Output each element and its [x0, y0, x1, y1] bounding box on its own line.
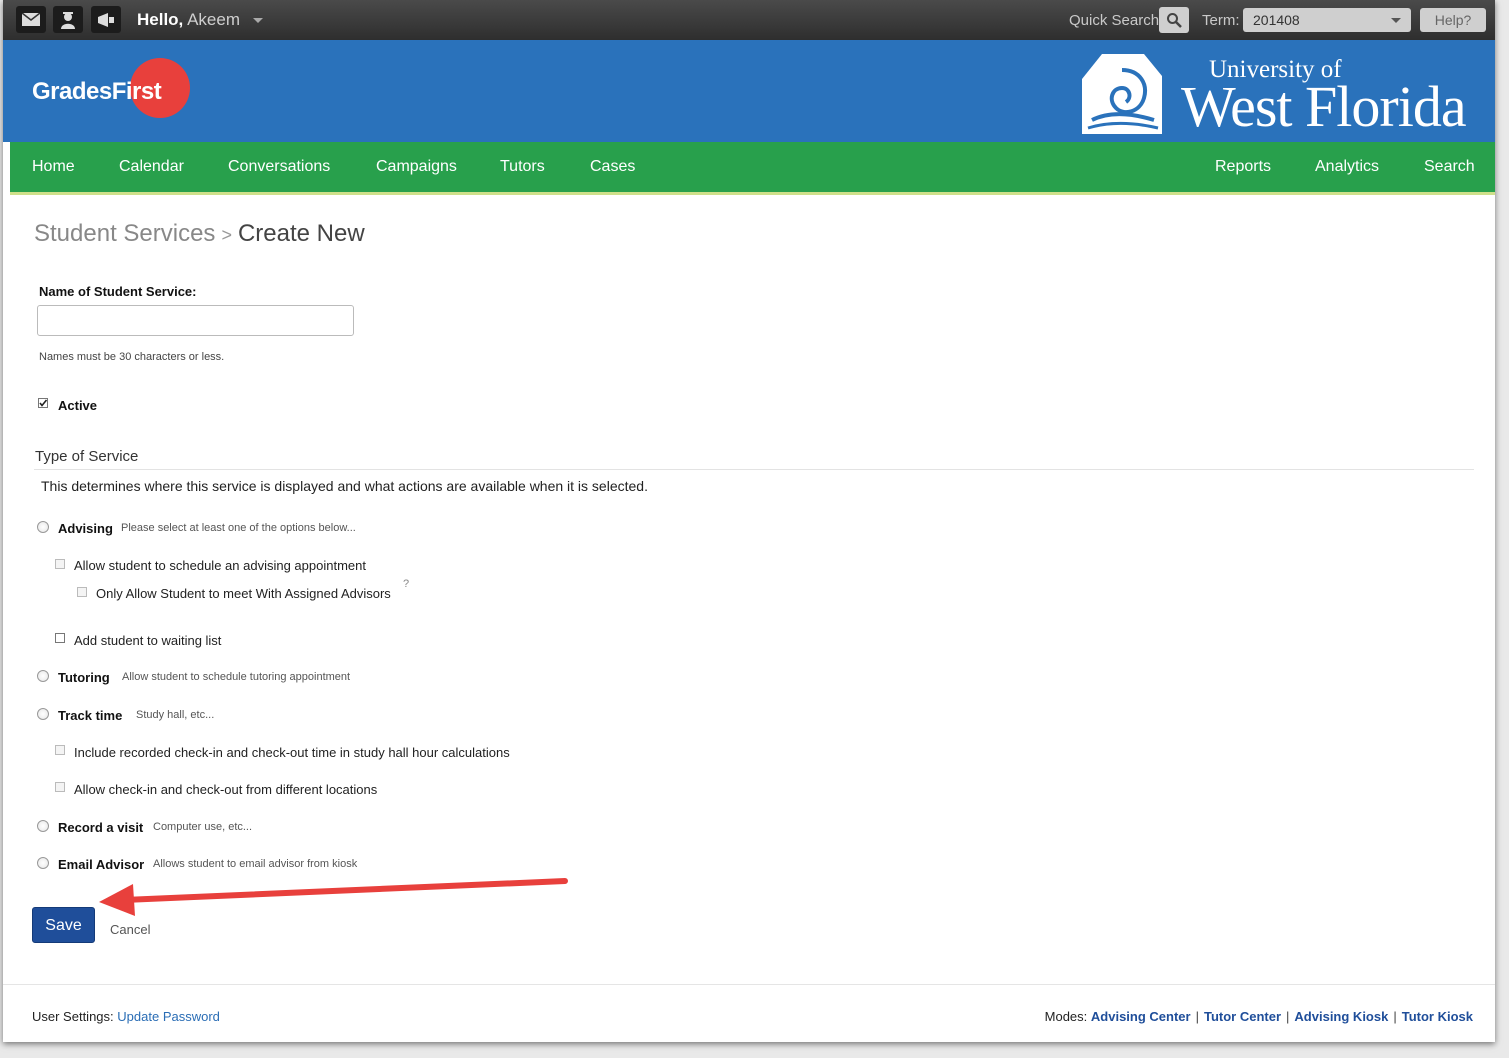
term-select[interactable]: 201408 [1243, 8, 1411, 32]
mode-advising-kiosk[interactable]: Advising Kiosk [1294, 1009, 1388, 1024]
breadcrumb-parent[interactable]: Student Services [34, 220, 215, 247]
email-advisor-radio[interactable] [37, 857, 49, 869]
record-visit-radio[interactable] [37, 820, 49, 832]
advising-schedule-label: Allow student to schedule an advising ap… [74, 558, 366, 573]
update-password-link[interactable]: Update Password [117, 1009, 220, 1024]
help-button[interactable]: Help? [1420, 8, 1486, 32]
type-of-service-title: Type of Service [35, 448, 139, 465]
nav-analytics[interactable]: Analytics [1315, 158, 1379, 176]
record-visit-label: Record a visit [58, 820, 144, 835]
section-divider [34, 469, 1474, 470]
mode-tutor-center[interactable]: Tutor Center [1204, 1009, 1281, 1024]
nav-calendar[interactable]: Calendar [119, 158, 184, 176]
save-button[interactable]: Save [32, 907, 95, 943]
record-visit-sub: Computer use, etc... [153, 821, 253, 833]
nav-tutors[interactable]: Tutors [500, 158, 545, 176]
user-name: Akeem [187, 10, 241, 29]
tutoring-radio[interactable] [37, 670, 49, 682]
quick-search-label: Quick Search: [1069, 12, 1164, 29]
top-utility-bar: Hello, Akeem Quick Search: Term: 201408 … [3, 0, 1495, 40]
track-time-radio[interactable] [37, 708, 49, 720]
search-icon [1167, 13, 1182, 28]
waiting-list-checkbox[interactable] [55, 633, 65, 643]
uwf-shell-logo [1082, 54, 1162, 134]
active-checkbox[interactable] [38, 398, 48, 408]
user-settings-label: User Settings: [32, 1009, 114, 1024]
mail-icon[interactable] [16, 6, 46, 33]
brand-header: GradesFirst University of West Florida [3, 40, 1495, 142]
track-time-label: Track time [58, 708, 123, 723]
gradesfirst-logo[interactable]: GradesFirst [32, 78, 162, 106]
term-value: 201408 [1253, 12, 1300, 28]
app-window: Hello, Akeem Quick Search: Term: 201408 … [3, 0, 1495, 1042]
different-locations-label: Allow check-in and check-out from differ… [74, 782, 378, 797]
advising-radio[interactable] [37, 521, 49, 533]
advising-schedule-checkbox[interactable] [55, 559, 65, 569]
quick-search-button[interactable] [1159, 7, 1189, 33]
mode-tutor-kiosk[interactable]: Tutor Kiosk [1402, 1009, 1473, 1024]
page-title: Create New [237, 220, 365, 247]
type-of-service-description: This determines where this service is di… [41, 478, 648, 494]
footer-divider [3, 984, 1495, 985]
tutoring-sub: Allow student to schedule tutoring appoi… [122, 671, 351, 683]
chevron-down-icon [1391, 18, 1401, 23]
term-label: Term: [1202, 12, 1240, 29]
nav-home[interactable]: Home [32, 158, 75, 176]
active-label: Active [58, 398, 98, 413]
greeting: Hello, Akeem [137, 10, 240, 30]
assigned-advisors-label: Only Allow Student to meet With Assigned… [96, 586, 391, 601]
different-locations-checkbox[interactable] [55, 782, 65, 792]
email-advisor-label: Email Advisor [58, 857, 145, 872]
checkmark-icon [39, 399, 48, 407]
advising-sub: Please select at least one of the option… [121, 522, 356, 534]
breadcrumb: Student Services > Create New [34, 220, 365, 248]
mode-advising-center[interactable]: Advising Center [1091, 1009, 1191, 1024]
greeting-label: Hello, [137, 10, 184, 29]
student-icon[interactable] [53, 6, 83, 33]
modes-label: Modes: [1044, 1009, 1088, 1024]
user-menu-chevron-down-icon[interactable] [253, 18, 263, 23]
service-name-input[interactable] [37, 305, 354, 336]
nav-cases[interactable]: Cases [590, 158, 635, 176]
annotation-arrow-icon [99, 878, 568, 916]
nav-conversations[interactable]: Conversations [228, 158, 330, 176]
assigned-advisors-checkbox[interactable] [77, 587, 87, 597]
nav-search[interactable]: Search [1424, 158, 1475, 176]
breadcrumb-separator: > [221, 225, 232, 245]
track-time-sub: Study hall, etc... [136, 709, 215, 721]
help-question-icon[interactable]: ? [403, 578, 409, 590]
university-line2: West Florida [1181, 74, 1467, 139]
footer-user-settings: User Settings: Update Password [32, 1009, 220, 1024]
include-checkin-label: Include recorded check-in and check-out … [74, 745, 510, 760]
nav-reports[interactable]: Reports [1215, 158, 1271, 176]
waiting-list-label: Add student to waiting list [74, 633, 222, 648]
include-checkin-checkbox[interactable] [55, 745, 65, 755]
cancel-link[interactable]: Cancel [110, 922, 150, 937]
name-label: Name of Student Service: [39, 284, 197, 299]
main-nav: Home Calendar Conversations Campaigns Tu… [10, 142, 1495, 195]
advising-label: Advising [58, 521, 113, 536]
email-advisor-sub: Allows student to email advisor from kio… [153, 858, 358, 870]
tutoring-label: Tutoring [58, 670, 110, 685]
footer-modes: Modes: Advising Center | Tutor Center | Advi… [1044, 1009, 1473, 1024]
announcement-icon[interactable] [91, 6, 121, 33]
nav-campaigns[interactable]: Campaigns [376, 158, 457, 176]
name-hint: Names must be 30 characters or less. [39, 351, 225, 363]
